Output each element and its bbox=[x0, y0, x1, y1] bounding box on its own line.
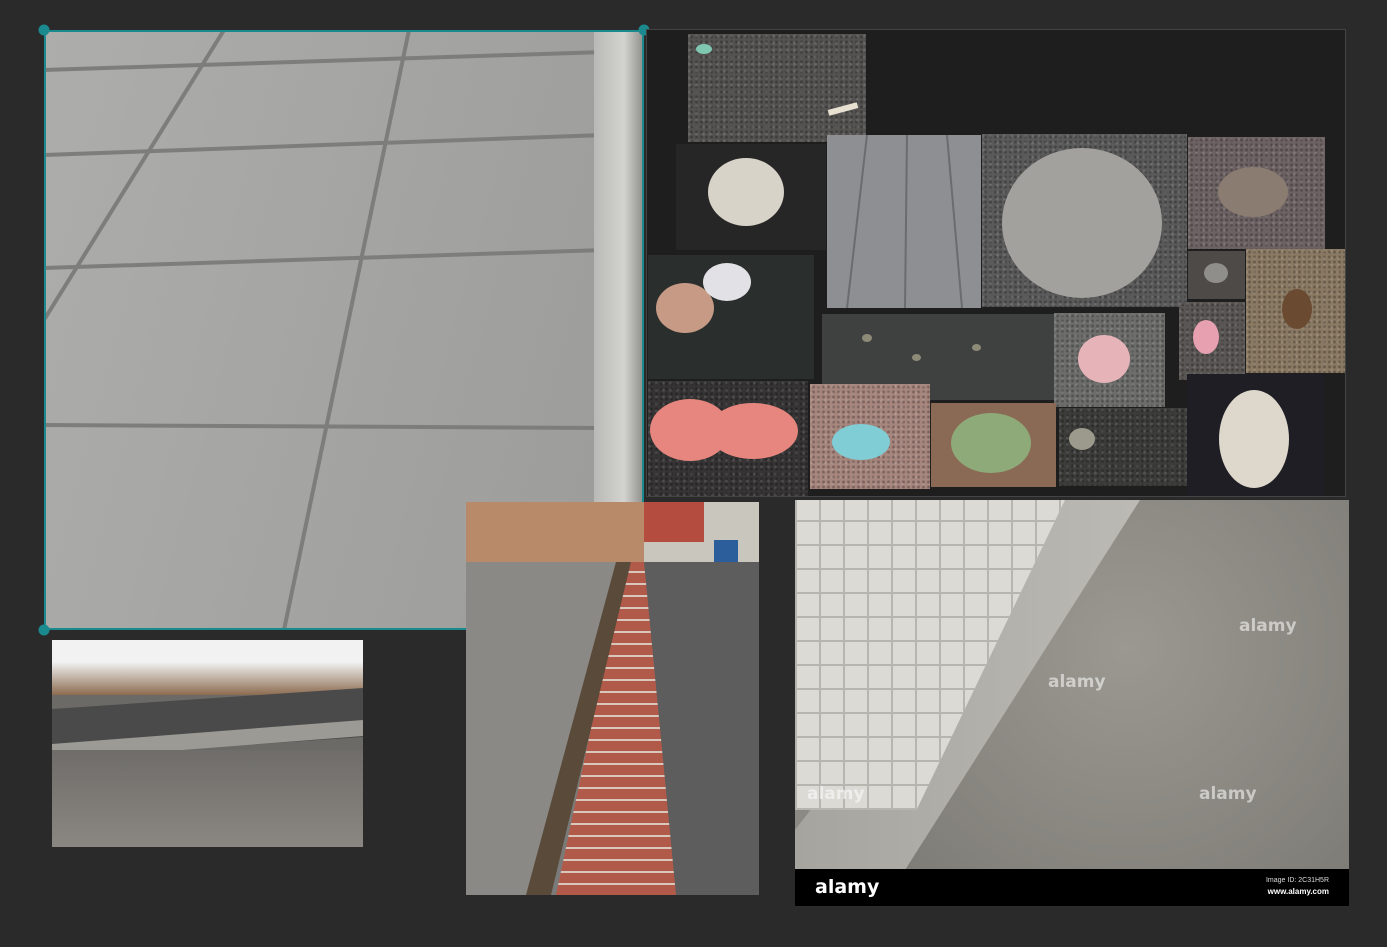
gum-collage-reference-image[interactable] bbox=[646, 29, 1346, 497]
gum-tile-spotted-pavement bbox=[827, 135, 981, 308]
watermark: alamy bbox=[807, 784, 865, 804]
alley-buildings bbox=[644, 502, 759, 572]
stock-footer: alamy Image ID: 2C31H5R www.alamy.com bbox=[795, 869, 1349, 906]
stock-image-id: Image ID: 2C31H5R bbox=[1265, 877, 1329, 884]
gum-tile-pull-tab bbox=[1188, 251, 1245, 299]
watermark: alamy bbox=[1199, 784, 1257, 804]
resize-handle-bottom-left[interactable] bbox=[38, 624, 50, 636]
gum-tile-white-lump bbox=[676, 144, 826, 250]
brick-gutter-reference-image[interactable] bbox=[466, 502, 759, 895]
stock-site: www.alamy.com bbox=[1267, 887, 1329, 896]
watermark: alamy bbox=[1048, 672, 1106, 692]
stock-brand: alamy bbox=[815, 876, 880, 898]
tiled-curb-stock-image[interactable]: alamy alamy alamy alamy alamy Image ID: … bbox=[795, 500, 1349, 906]
gum-tile-wrappers bbox=[648, 255, 814, 379]
gum-tile-grey-spots bbox=[1059, 408, 1193, 486]
gum-tile-small-pink bbox=[1179, 302, 1245, 380]
gum-tile-green-gum bbox=[931, 403, 1056, 487]
gum-tile-string bbox=[688, 34, 866, 142]
gum-tile-pink-heart bbox=[648, 381, 808, 496]
snow-bank bbox=[52, 640, 363, 695]
gum-tile-white-swirl bbox=[1187, 374, 1323, 496]
gum-tile-grey-blob bbox=[982, 134, 1187, 307]
gum-tile-blue-gum bbox=[810, 384, 930, 489]
curb-snow-reference-image[interactable] bbox=[52, 640, 363, 847]
wet-road bbox=[52, 750, 363, 847]
watermark: alamy bbox=[1239, 616, 1297, 636]
gum-tile-sparrow bbox=[1246, 249, 1345, 373]
gum-tile-flattened bbox=[1188, 137, 1325, 249]
resize-handle-top-left[interactable] bbox=[38, 24, 50, 36]
gum-tile-pink-circle bbox=[1054, 313, 1165, 407]
